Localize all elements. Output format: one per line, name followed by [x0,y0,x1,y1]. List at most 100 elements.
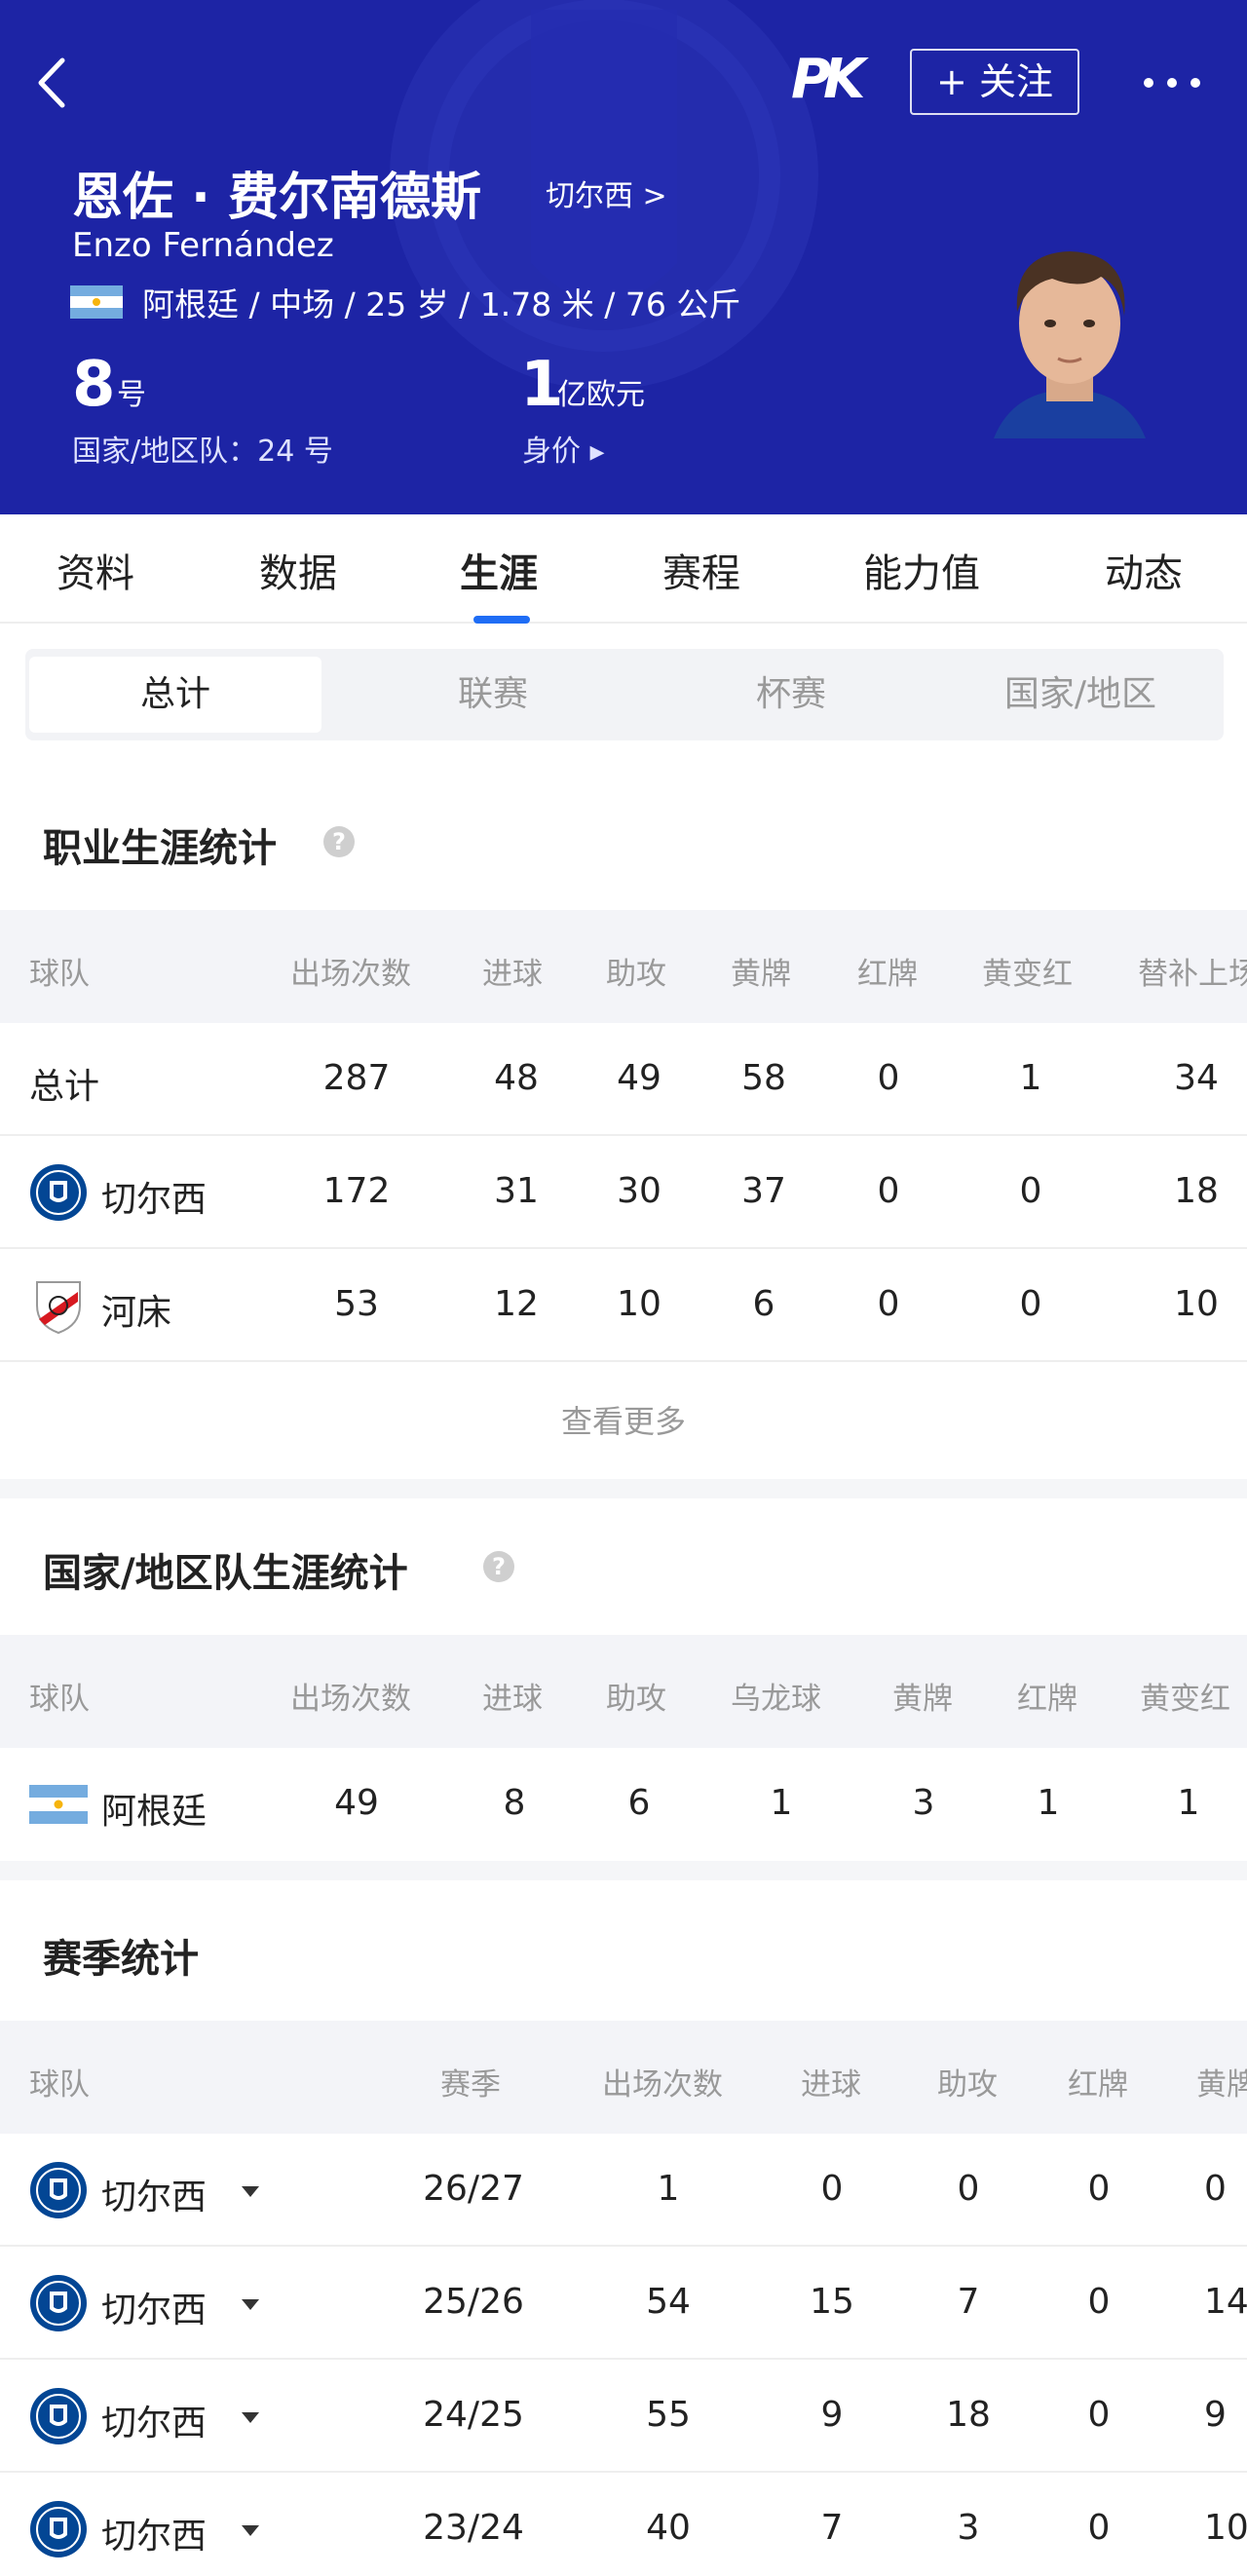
stat-cell: 48 [494,1058,539,1098]
stat-cell: 8 [503,1783,526,1823]
season-cell: 25/26 [423,2282,524,2322]
stat-cell: 53 [334,1284,379,1324]
view-more-button[interactable]: 查看更多 [0,1397,1247,1442]
column-header: 黄牌 [1196,2067,1247,2102]
team-name: 切尔西 [101,1180,208,1220]
subtab-cup[interactable]: 杯赛 [645,657,937,733]
table-row[interactable]: 切尔西 24/25 55 9 18 0 9 [0,2360,1247,2473]
stat-cell: 7 [820,2508,844,2548]
section-divider [0,1861,1247,1880]
table-row[interactable]: 阿根廷 49 8 6 1 3 1 1 [0,1748,1247,1861]
dropdown-caret-icon[interactable] [242,2525,259,2536]
shirt-number-unit: 号 [117,378,146,412]
column-header: 红牌 [1068,2067,1128,2102]
stat-cell: 0 [1019,1171,1042,1211]
tab-career[interactable]: 生涯 [460,542,538,598]
season-cell: 24/25 [423,2395,524,2435]
stat-cell: 0 [877,1058,900,1098]
back-arrow-icon [38,57,65,108]
subtab-total[interactable]: 总计 [29,657,321,733]
column-header: 助攻 [606,1682,666,1717]
stat-cell: 15 [810,2282,854,2322]
stat-cell: 1 [1177,1783,1200,1823]
stat-cell: 1 [1019,1058,1042,1098]
argentina-flag-icon [29,1785,88,1824]
market-value-unit: 亿欧元 [557,378,645,412]
table-row[interactable]: 河床 53 12 10 6 0 0 10 [0,1249,1247,1362]
column-header: 黄变红 [982,957,1073,992]
follow-button[interactable]: + 关注 [910,49,1079,115]
stat-cell: 1 [657,2169,680,2209]
active-tab-indicator [473,616,530,624]
more-dots-icon[interactable] [1140,57,1204,105]
column-header: 助攻 [937,2067,998,2102]
team-name: 切尔西 [101,2291,208,2330]
stat-cell: 6 [752,1284,775,1324]
dropdown-caret-icon[interactable] [242,2412,259,2423]
chelsea-crest-icon [30,2388,87,2444]
subtab-league[interactable]: 联赛 [347,657,639,733]
column-header: 出场次数 [290,1682,411,1717]
river-plate-crest-icon [36,1281,81,1335]
section-divider [0,1479,1247,1498]
team-name: 阿根廷 [101,1792,208,1832]
column-header: 球队 [29,957,90,992]
stat-cell: 12 [494,1284,539,1324]
tab-profile[interactable]: 资料 [57,542,134,598]
stat-cell: 0 [877,1171,900,1211]
column-header: 球队 [29,1682,90,1717]
national-table-header: 球队 出场次数 进球 助攻 乌龙球 黄牌 红牌 黄变红 [0,1635,1247,1748]
stat-cell: 54 [646,2282,691,2322]
dropdown-caret-icon[interactable] [242,2299,259,2310]
column-header: 赛季 [440,2067,501,2102]
season-cell: 23/24 [423,2508,524,2548]
tab-data[interactable]: 数据 [259,542,337,598]
back-button[interactable] [29,49,78,117]
stat-cell: 55 [646,2395,691,2435]
stat-cell: 0 [1204,2169,1227,2209]
stat-cell: 10 [1204,2508,1247,2548]
season-table-header: 球队 赛季 出场次数 进球 助攻 红牌 黄牌 [0,2021,1247,2134]
stat-cell: 0 [1087,2395,1111,2435]
column-header: 替补上场 [1138,957,1247,992]
stat-cell: 49 [334,1783,379,1823]
team-name: 河床 [101,1293,172,1333]
market-value-link[interactable]: 身价 ▸ [522,427,605,470]
table-row[interactable]: 切尔西 26/27 1 0 0 0 0 [0,2134,1247,2247]
stat-cell: 10 [617,1284,661,1324]
chelsea-crest-icon [30,2275,87,2331]
column-header: 进球 [801,2067,861,2102]
stat-cell: 31 [494,1171,539,1211]
tab-ability[interactable]: 能力值 [863,542,980,598]
column-header: 进球 [482,1682,543,1717]
player-avatar [994,251,1146,438]
table-row[interactable]: 切尔西 25/26 54 15 7 0 14 [0,2247,1247,2360]
help-icon[interactable]: ? [323,826,355,857]
team-name: 切尔西 [101,2404,208,2443]
column-header: 黄牌 [731,957,791,992]
stat-cell: 0 [820,2169,844,2209]
tab-schedule[interactable]: 赛程 [662,542,740,598]
stat-cell: 14 [1204,2282,1247,2322]
table-row[interactable]: 切尔西 23/24 40 7 3 0 10 [0,2473,1247,2576]
tab-news[interactable]: 动态 [1105,542,1183,598]
stat-cell: 0 [957,2169,980,2209]
stat-cell: 172 [322,1171,391,1211]
column-header: 进球 [482,957,543,992]
subtab-national[interactable]: 国家/地区 [941,657,1220,733]
club-link[interactable]: 切尔西 > [546,171,667,214]
stat-cell: 37 [741,1171,786,1211]
help-icon[interactable]: ? [483,1551,514,1582]
shirt-number: 8 [72,349,116,421]
team-name: 切尔西 [101,2517,208,2557]
table-row[interactable]: 切尔西 172 31 30 37 0 0 18 [0,1136,1247,1249]
stat-cell: 9 [1204,2395,1227,2435]
stat-cell: 9 [820,2395,844,2435]
dropdown-caret-icon[interactable] [242,2186,259,2197]
column-header: 助攻 [606,957,666,992]
stat-cell: 40 [646,2508,691,2548]
player-english-name: Enzo Fernández [72,226,334,265]
stat-cell: 1 [1037,1783,1060,1823]
stat-cell: 0 [1087,2508,1111,2548]
stat-cell: 7 [957,2282,980,2322]
